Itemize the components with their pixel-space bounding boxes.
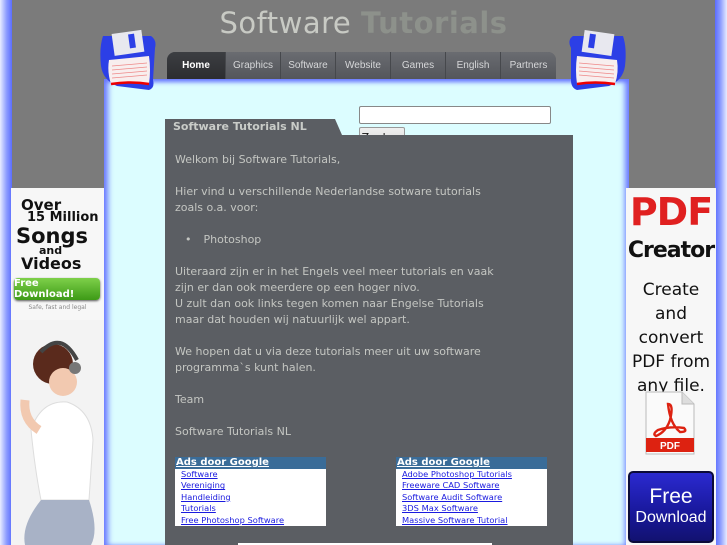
button-line: Free <box>649 485 693 508</box>
content-body: Welkom bij Software Tutorials, Hier vind… <box>175 152 505 456</box>
ad-link[interactable]: Freeware CAD Software <box>396 480 547 491</box>
ad-desc-line: PDF from <box>631 352 711 372</box>
free-download-button[interactable]: Free Download! <box>14 278 100 300</box>
main-nav: Home Graphics Software Website Games Eng… <box>167 52 556 79</box>
ad-tagline: Safe, fast and legal <box>28 304 87 311</box>
ad-link[interactable]: Handleiding <box>175 492 326 503</box>
content-tab-title: Software Tutorials NL <box>173 120 307 133</box>
content-tab: Software Tutorials NL <box>165 119 342 135</box>
ad-link[interactable]: Tutorials <box>175 503 326 514</box>
nav-home[interactable]: Home <box>167 52 225 79</box>
ad-brand: PDF <box>629 190 713 234</box>
site-title-part2: Tutorials <box>361 6 508 40</box>
ad-link[interactable]: Software <box>175 469 326 480</box>
ad-line: 15 Million <box>27 210 99 225</box>
ads-header[interactable]: Ads door Google <box>396 457 547 469</box>
pdf-icon-label: PDF <box>660 441 680 452</box>
nav-english[interactable]: English <box>445 52 500 79</box>
google-ads-right: Ads door Google Adobe Photoshop Tutorial… <box>396 457 547 526</box>
pdf-file-icon: PDF <box>645 391 695 455</box>
ad-link[interactable]: Software Audit Software <box>396 492 547 503</box>
site-title-part1: Software <box>219 6 352 40</box>
content-box: Welkom bij Software Tutorials, Hier vind… <box>165 135 573 545</box>
paragraph: Uiteraard zijn er in het Engels veel mee… <box>175 265 494 294</box>
ad-description: Create and convert PDF from any file. <box>626 278 716 398</box>
right-border <box>715 0 727 545</box>
ad-link[interactable]: Vereniging <box>175 480 326 491</box>
ad-link[interactable]: Free Photoshop Software <box>175 515 326 526</box>
paragraph: Software Tutorials NL <box>175 425 292 438</box>
list-item: Photoshop <box>185 232 505 248</box>
nav-games[interactable]: Games <box>390 52 445 79</box>
paragraph: U zult dan ook links tegen komen naar En… <box>175 297 484 326</box>
floppy-disk-icon <box>569 30 626 90</box>
ad-link[interactable]: Massive Software Tutorial <box>396 515 547 526</box>
ads-header[interactable]: Ads door Google <box>175 457 326 469</box>
ad-brand-sub: Creator <box>627 238 715 263</box>
ad-desc-line: convert <box>638 328 704 348</box>
paragraph: Team <box>175 393 205 406</box>
nav-software[interactable]: Software <box>280 52 335 79</box>
right-side-ad[interactable]: PDF Creator Create and convert PDF from … <box>626 188 716 545</box>
ad-link[interactable]: Adobe Photoshop Tutorials <box>396 469 547 480</box>
nav-graphics[interactable]: Graphics <box>225 52 280 79</box>
ad-line: Videos <box>21 254 82 273</box>
left-side-ad[interactable]: Over 15 Million Songs and Videos Free Do… <box>11 188 104 545</box>
paragraph: We hopen dat u via deze tutorials meer u… <box>175 345 481 374</box>
paragraph: Hier vind u verschillende Nederlandse so… <box>175 185 481 214</box>
google-ads-left: Ads door Google Software Vereniging Hand… <box>175 457 326 526</box>
software-list: Photoshop <box>175 232 505 248</box>
button-line: Download <box>635 509 707 526</box>
paragraph: Welkom bij Software Tutorials, <box>175 153 341 166</box>
floppy-disk-icon <box>100 29 156 90</box>
free-download-button[interactable]: Free Download <box>628 471 714 543</box>
woman-headphones-image <box>11 320 104 545</box>
ad-link[interactable]: 3DS Max Software <box>396 503 547 514</box>
ad-desc-line: Create and <box>642 280 700 324</box>
search-input[interactable] <box>359 106 551 124</box>
nav-website[interactable]: Website <box>335 52 390 79</box>
nav-partners[interactable]: Partners <box>500 52 556 79</box>
